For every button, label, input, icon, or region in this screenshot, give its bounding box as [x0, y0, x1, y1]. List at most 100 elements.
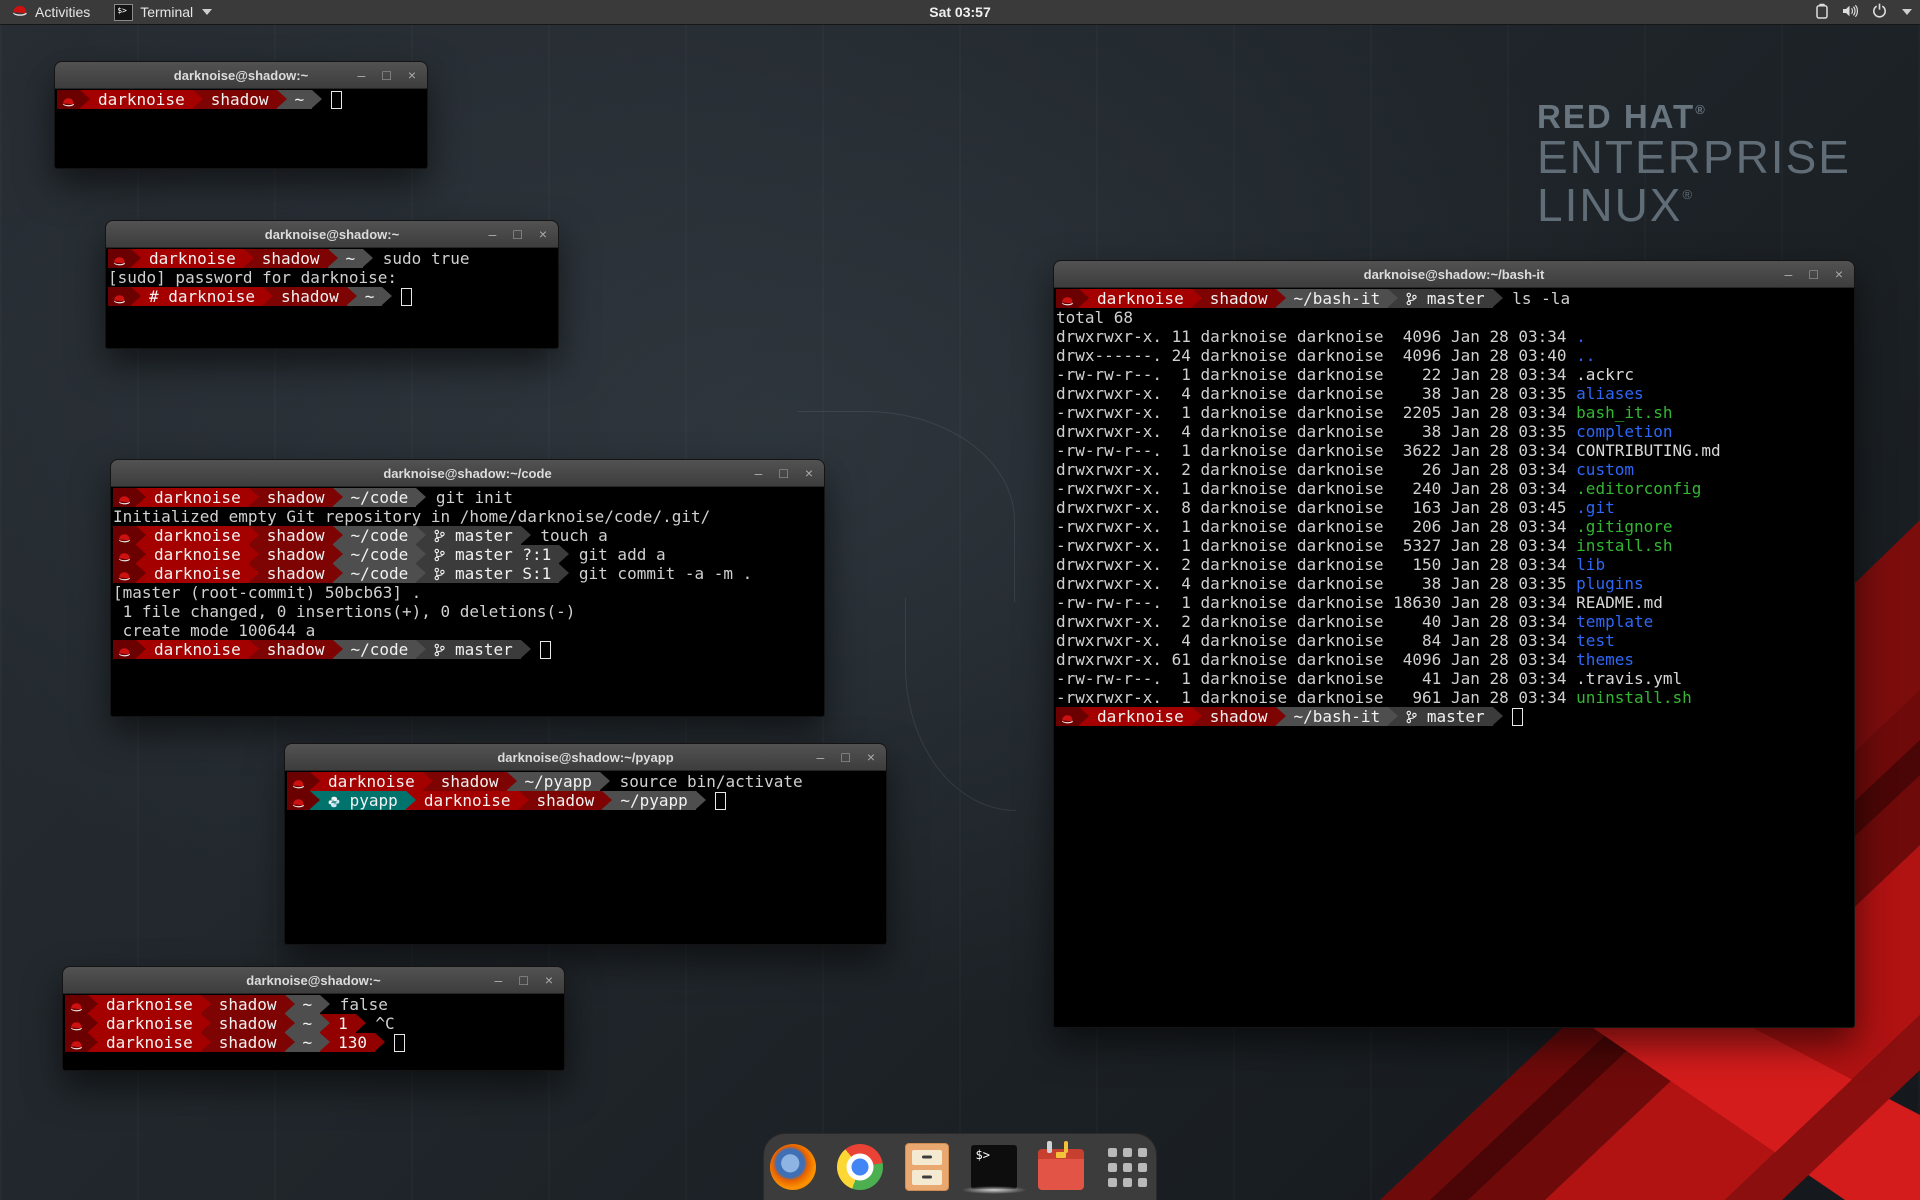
prompt-segment-exit: 130 [330, 1033, 375, 1052]
window-minimize-button[interactable]: – [489, 227, 497, 241]
terminal-app-icon: $> [114, 4, 133, 21]
terminal-text: git init [426, 488, 513, 507]
terminal-content[interactable]: darknoiseshadow~ [56, 89, 426, 167]
prompt-segment-host: shadow [211, 1014, 285, 1033]
terminal-line: drwxrwxr-x. 4 darknoise darknoise 38 Jan… [1056, 574, 1853, 593]
window-close-button[interactable]: × [1835, 267, 1843, 281]
window-maximize-button[interactable]: □ [382, 68, 390, 82]
window-minimize-button[interactable]: – [1785, 267, 1793, 281]
window-maximize-button[interactable]: □ [841, 750, 849, 764]
volume-icon [1842, 4, 1859, 21]
powerline-separator [320, 1014, 330, 1033]
window-minimize-button[interactable]: – [358, 68, 366, 82]
terminal-content[interactable]: darknoiseshadow~ falsedarknoiseshadow~1 … [64, 994, 563, 1069]
activities-button[interactable]: Activities [0, 0, 102, 24]
powerline-separator [423, 772, 433, 791]
window-title: darknoise@shadow:~/pyapp [497, 750, 673, 765]
powerline-separator [285, 995, 295, 1014]
window-minimize-button[interactable]: – [817, 750, 825, 764]
terminal-content[interactable]: darknoiseshadow~/code git initInitialize… [112, 487, 823, 715]
prompt-segment-hat [108, 249, 131, 268]
window-titlebar[interactable]: darknoise@shadow:~/bash-it–□× [1054, 261, 1854, 288]
terminal-line: -rw-rw-r--. 1 darknoise darknoise 3622 J… [1056, 441, 1853, 460]
prompt-segment-hat [65, 1014, 88, 1033]
redhat-icon [292, 791, 305, 810]
window-maximize-button[interactable]: □ [1809, 267, 1817, 281]
powerline-separator [696, 791, 706, 810]
window-close-button[interactable]: × [408, 68, 416, 82]
window-titlebar[interactable]: darknoise@shadow:~/pyapp – □ × [285, 744, 886, 771]
terminal-line: drwxrwxr-x. 4 darknoise darknoise 84 Jan… [1056, 631, 1853, 650]
powerline-separator [356, 1014, 366, 1033]
terminal-line: -rwxrwxr-x. 1 darknoise darknoise 240 Ja… [1056, 479, 1853, 498]
terminal-content[interactable]: darknoiseshadow~/pyapp source bin/activa… [286, 771, 885, 943]
window-titlebar[interactable]: darknoise@shadow:~/code–□× [111, 460, 824, 487]
terminal-line: -rw-rw-r--. 1 darknoise darknoise 22 Jan… [1056, 365, 1853, 384]
powerline-separator [88, 1014, 98, 1033]
terminal-text: -rwxrwxr-x. 1 darknoise darknoise 2205 J… [1056, 403, 1576, 422]
terminal-content[interactable]: darknoiseshadow~ sudo true[sudo] passwor… [107, 248, 557, 347]
window-close-button[interactable]: × [867, 750, 875, 764]
prompt-segment-user: darknoise [146, 545, 249, 564]
powerline-separator [521, 640, 531, 659]
dock-chrome-button[interactable] [837, 1141, 883, 1193]
activities-label: Activities [35, 4, 90, 20]
terminal-content[interactable]: darknoiseshadow~/bash-it master ls -lato… [1055, 288, 1853, 1026]
powerline-separator [201, 995, 211, 1014]
prompt-segment-hat [113, 640, 136, 659]
prompt-segment-hat [287, 791, 310, 810]
powerline-separator [1276, 707, 1286, 726]
terminal-line: Initialized empty Git repository in /hom… [113, 507, 823, 526]
powerline-separator [1192, 289, 1202, 308]
powerline-separator [285, 1014, 295, 1033]
powerline-separator [406, 791, 416, 810]
terminal-text: ls -la [1503, 289, 1570, 308]
window-close-button[interactable]: × [805, 466, 813, 480]
redhat-icon [62, 90, 75, 109]
terminal-text: drwxrwxr-x. 2 darknoise darknoise 40 Jan… [1056, 612, 1576, 631]
prompt-segment-host: shadow [259, 545, 333, 564]
terminal-line: drwxrwxr-x. 8 darknoise darknoise 163 Ja… [1056, 498, 1853, 517]
git-branch-icon [434, 545, 445, 564]
app-menu-terminal[interactable]: $> Terminal [102, 0, 224, 24]
terminal-line: drwxrwxr-x. 2 darknoise darknoise 150 Ja… [1056, 555, 1853, 574]
window-close-button[interactable]: × [545, 973, 553, 987]
dock-app-grid-button[interactable] [1105, 1141, 1151, 1193]
dock-firefox-button[interactable] [770, 1141, 816, 1193]
prompt-segment-user: darknoise [146, 488, 249, 507]
dock-terminal-button[interactable]: $> [971, 1141, 1017, 1193]
window-close-button[interactable]: × [539, 227, 547, 241]
prompt-segment-hat [108, 287, 131, 306]
window-titlebar[interactable]: darknoise@shadow:~ – □ × [106, 221, 558, 248]
dock-files-button[interactable] [904, 1141, 950, 1193]
terminal-line: drwxrwxr-x. 2 darknoise darknoise 26 Jan… [1056, 460, 1853, 479]
system-status-area[interactable] [1815, 0, 1912, 24]
git-branch-icon [434, 564, 445, 583]
powerline-separator [602, 791, 612, 810]
powerline-separator [1388, 289, 1398, 308]
clock[interactable]: Sat 03:57 [929, 4, 990, 20]
window-minimize-button[interactable]: – [495, 973, 503, 987]
redhat-icon [118, 640, 131, 659]
powerline-separator [1079, 707, 1089, 726]
window-buttons: – □ × [495, 967, 553, 993]
window-title: darknoise@shadow:~ [265, 227, 399, 242]
prompt-segment-host: shadow [254, 249, 328, 268]
window-maximize-button[interactable]: □ [519, 973, 527, 987]
terminal-line: darknoiseshadow~ false [65, 995, 563, 1014]
terminal-line: darknoiseshadow~ [57, 90, 426, 109]
chrome-icon [837, 1144, 883, 1190]
prompt-segment-branch: master ?:1 [426, 545, 559, 564]
window-titlebar[interactable]: darknoise@shadow:~–□× [63, 967, 564, 994]
window-titlebar[interactable]: darknoise@shadow:~–□× [55, 62, 427, 89]
dock-toolbox-button[interactable] [1038, 1141, 1084, 1193]
terminal-text: source bin/activate [610, 772, 803, 791]
terminal-filename: .. [1576, 346, 1595, 365]
powerline-separator [310, 791, 320, 810]
terminal-window-code: darknoise@shadow:~/code–□×darknoiseshado… [110, 459, 825, 717]
prompt-segment-branch: master [426, 640, 520, 659]
window-maximize-button[interactable]: □ [779, 466, 787, 480]
window-maximize-button[interactable]: □ [513, 227, 521, 241]
window-minimize-button[interactable]: – [755, 466, 763, 480]
terminal-filename: .ackrc [1576, 365, 1634, 384]
